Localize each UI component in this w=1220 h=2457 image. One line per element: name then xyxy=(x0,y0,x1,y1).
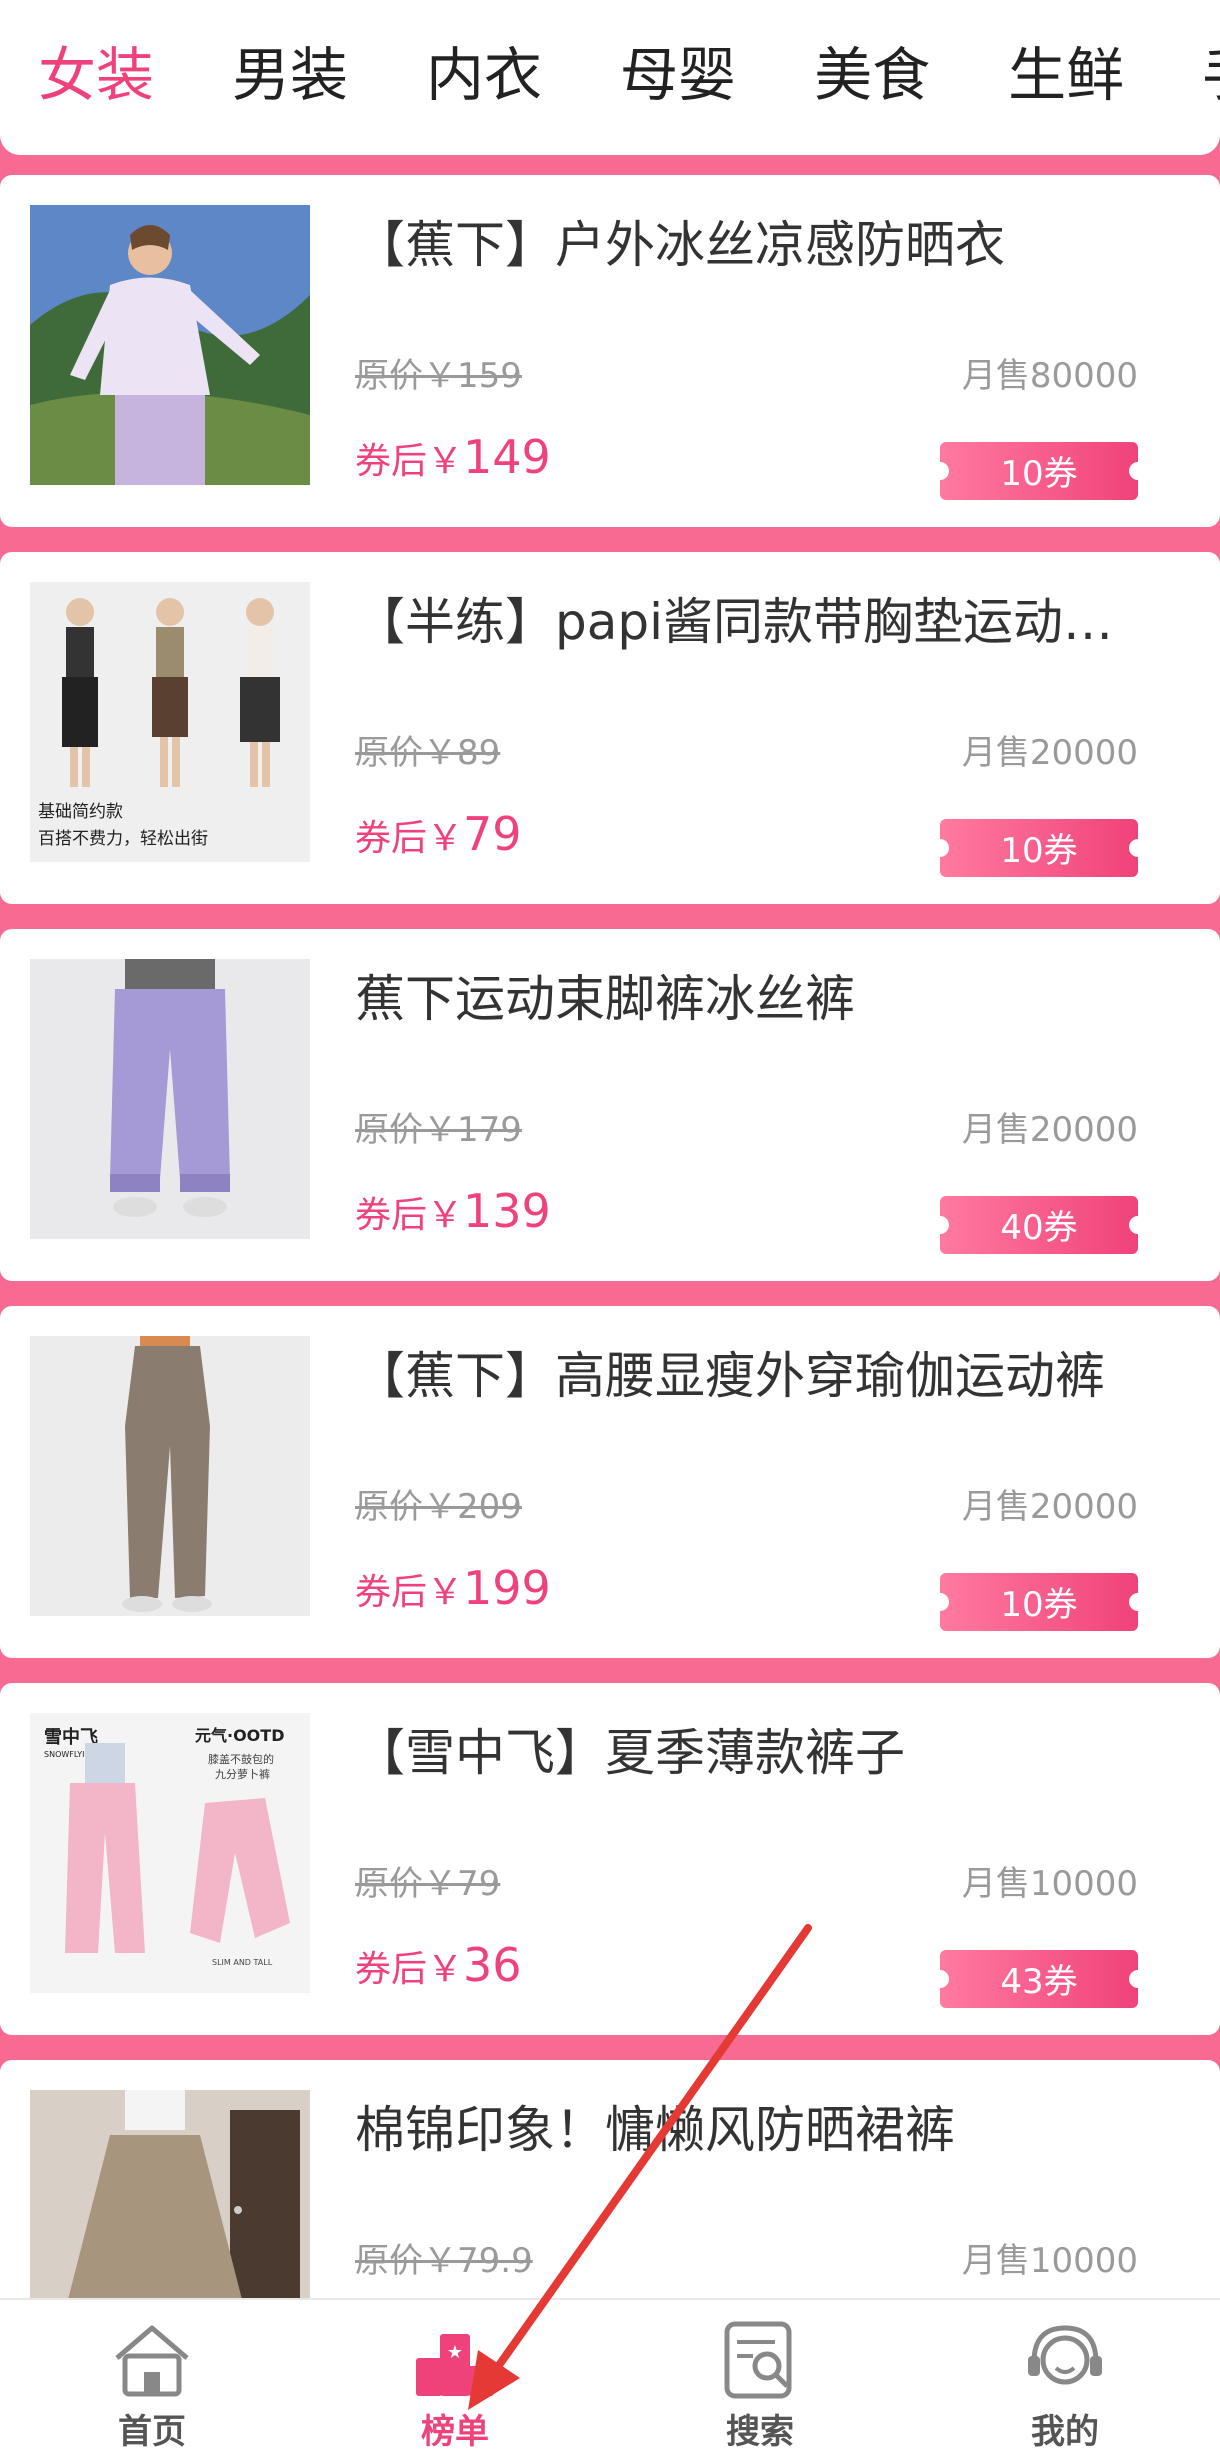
house-icon xyxy=(115,2325,189,2397)
coupon-price-value: 36 xyxy=(463,1938,522,1992)
monthly-sales: 月售10000 xyxy=(961,1864,1138,1904)
tab-mens[interactable]: 男装 xyxy=(232,30,348,120)
thumb-tag: 元气·OOTD xyxy=(195,1726,284,1745)
sports-top-photo: 基础简约款 百搭不费力，轻松出街 xyxy=(30,582,310,862)
product-card[interactable]: 蕉下运动束脚裤冰丝裤 原价￥179 月售20000 券后￥139 40券 xyxy=(0,929,1220,1281)
tab-underwear[interactable]: 内衣 xyxy=(426,30,542,120)
coupon-price-value: 79 xyxy=(463,807,522,861)
nav-mine[interactable]: 我的 xyxy=(965,2320,1165,2453)
coupon-price-prefix: 券后￥ xyxy=(355,818,464,859)
product-title[interactable]: 棉锦印象！慵懒风防晒裙裤 xyxy=(355,2090,1115,2170)
tab-fresh[interactable]: 生鲜 xyxy=(1008,30,1124,120)
nav-ranking-label: 榜单 xyxy=(421,2412,489,2452)
coupon-price-value: 199 xyxy=(463,1561,551,1615)
coupon-price: 券后￥139 xyxy=(355,1181,551,1252)
product-title[interactable]: 蕉下运动束脚裤冰丝裤 xyxy=(355,959,1115,1039)
product-card[interactable]: 【蕉下】高腰显瘦外穿瑜伽运动裤 原价￥209 月售20000 券后￥199 10… xyxy=(0,1306,1220,1658)
product-title[interactable]: 【半练】papi酱同款带胸垫运动… xyxy=(355,582,1115,662)
original-price: 原价￥179 xyxy=(355,1110,522,1150)
coupon-badge[interactable]: 10券 xyxy=(931,1573,1147,1631)
product-title[interactable]: 【雪中飞】夏季薄款裤子 xyxy=(355,1713,1115,1793)
tab-baby[interactable]: 母婴 xyxy=(620,30,736,120)
coupon-badge[interactable]: 10券 xyxy=(931,442,1147,500)
original-price: 原价￥159 xyxy=(355,356,522,396)
coupon-price-prefix: 券后￥ xyxy=(355,1949,464,1990)
thumb-sub-1: 膝盖不鼓包的 xyxy=(208,1752,274,1766)
coupon-badge[interactable]: 43券 xyxy=(931,1950,1147,2008)
nav-home-label: 首页 xyxy=(118,2412,186,2452)
coupon-badge[interactable]: 10券 xyxy=(931,819,1147,877)
product-card[interactable]: 【蕉下】户外冰丝凉感防晒衣 原价￥159 月售80000 券后￥149 10券 xyxy=(0,175,1220,527)
coupon-price: 券后￥79 xyxy=(355,804,522,875)
original-price: 原价￥89 xyxy=(355,733,501,773)
product-card[interactable]: 基础简约款 百搭不费力，轻松出街 【半练】papi酱同款带胸垫运动… 原价￥89… xyxy=(0,552,1220,904)
product-title[interactable]: 【蕉下】户外冰丝凉感防晒衣 xyxy=(355,205,1115,285)
coupon-price: 券后￥199 xyxy=(355,1558,551,1629)
product-title[interactable]: 【蕉下】高腰显瘦外穿瑜伽运动裤 xyxy=(355,1336,1115,1416)
product-card[interactable]: 雪中飞 SNOWFLYING 元气·OOTD 膝盖不鼓包的 九分萝卜裤 SLIM… xyxy=(0,1683,1220,2035)
thumb-slim: SLIM AND TALL xyxy=(212,1958,273,1967)
coupon-price-prefix: 券后￥ xyxy=(355,1572,464,1613)
search-doc-icon xyxy=(724,2321,792,2399)
coupon-price-prefix: 券后￥ xyxy=(355,1195,464,1236)
coupon-price-value: 149 xyxy=(463,430,551,484)
product-image[interactable] xyxy=(30,959,310,1239)
coupon-price-prefix: 券后￥ xyxy=(355,441,464,482)
tab-womens[interactable]: 女装 xyxy=(38,30,154,120)
bottom-nav: 首页 ★ 榜单 搜索 我的 xyxy=(0,2298,1220,2457)
monthly-sales: 月售20000 xyxy=(961,1110,1138,1150)
nav-ranking[interactable]: ★ 榜单 xyxy=(355,2320,555,2453)
nav-search-label: 搜索 xyxy=(726,2412,794,2452)
category-tabs: 女装男装内衣母婴美食生鲜手机 xyxy=(38,30,1220,120)
purple-pants-photo xyxy=(30,959,310,1239)
thumb-sub-2: 九分萝卜裤 xyxy=(215,1767,270,1781)
product-list: 【蕉下】户外冰丝凉感防晒衣 原价￥159 月售80000 券后￥149 10券 … xyxy=(0,175,1220,2437)
pink-pants-photo: 雪中飞 SNOWFLYING 元气·OOTD 膝盖不鼓包的 九分萝卜裤 SLIM… xyxy=(30,1713,310,1993)
monthly-sales: 月售20000 xyxy=(961,733,1138,773)
category-tab-bar: 女装男装内衣母婴美食生鲜手机 xyxy=(0,0,1220,155)
coupon-badge[interactable]: 40券 xyxy=(931,1196,1147,1254)
sun-jacket-photo xyxy=(30,205,310,485)
original-price: 原价￥79.9 xyxy=(355,2241,533,2281)
original-price: 原价￥209 xyxy=(355,1487,522,1527)
podium-icon: ★ xyxy=(416,2334,494,2396)
product-image[interactable]: 基础简约款 百搭不费力，轻松出街 xyxy=(30,582,310,862)
tab-food[interactable]: 美食 xyxy=(814,30,930,120)
product-image[interactable]: 雪中飞 SNOWFLYING 元气·OOTD 膝盖不鼓包的 九分萝卜裤 SLIM… xyxy=(30,1713,310,1993)
thumb-caption-1: 基础简约款 xyxy=(38,802,123,822)
original-price: 原价￥79 xyxy=(355,1864,501,1904)
nav-mine-label: 我的 xyxy=(1031,2412,1099,2452)
nav-home[interactable]: 首页 xyxy=(52,2320,252,2453)
coupon-price: 券后￥149 xyxy=(355,427,551,498)
coupon-price-value: 139 xyxy=(463,1184,551,1238)
monthly-sales: 月售20000 xyxy=(961,1487,1138,1527)
yoga-pants-photo xyxy=(30,1336,310,1616)
product-image[interactable] xyxy=(30,1336,310,1616)
headset-avatar-icon xyxy=(1028,2325,1102,2385)
coupon-price: 券后￥36 xyxy=(355,1935,522,2006)
svg-text:★: ★ xyxy=(447,2342,463,2363)
monthly-sales: 月售80000 xyxy=(961,356,1138,396)
nav-search[interactable]: 搜索 xyxy=(660,2320,860,2453)
thumb-caption-2: 百搭不费力，轻松出街 xyxy=(38,829,208,849)
tab-phone[interactable]: 手机 xyxy=(1202,30,1220,120)
monthly-sales: 月售10000 xyxy=(961,2241,1138,2281)
product-image[interactable] xyxy=(30,205,310,485)
